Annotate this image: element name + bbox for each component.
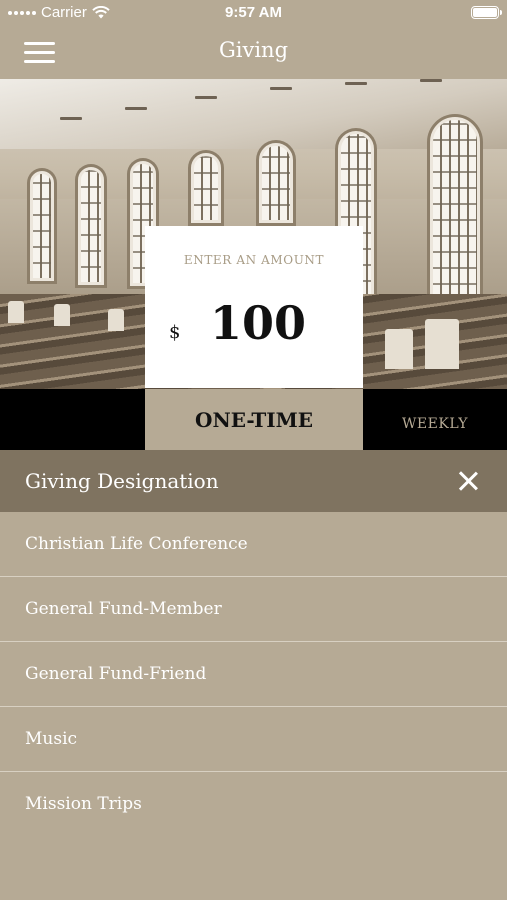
designation-header: Giving Designation bbox=[0, 450, 507, 512]
designation-item-general-fund-friend[interactable]: General Fund-Friend bbox=[0, 642, 507, 707]
amount-card[interactable]: ENTER AN AMOUNT $ 100 bbox=[145, 226, 363, 388]
tab-one-time[interactable]: ONE-TIME bbox=[145, 389, 363, 450]
designation-item-music[interactable]: Music bbox=[0, 707, 507, 772]
page-title: Giving bbox=[218, 38, 289, 62]
tab-blank[interactable] bbox=[0, 389, 145, 450]
designation-item-christian-life-conference[interactable]: Christian Life Conference bbox=[0, 512, 507, 577]
designation-item-general-fund-member[interactable]: General Fund-Member bbox=[0, 577, 507, 642]
close-icon[interactable] bbox=[457, 470, 479, 492]
window bbox=[78, 167, 104, 285]
designation-item-mission-trips[interactable]: Mission Trips bbox=[0, 772, 507, 837]
window bbox=[30, 171, 54, 281]
window bbox=[430, 117, 480, 302]
status-time: 9:57 AM bbox=[225, 4, 282, 21]
designation-list: Christian Life Conference General Fund-M… bbox=[0, 512, 507, 837]
amount-input[interactable]: 100 bbox=[193, 296, 323, 350]
status-bar: Carrier 9:57 AM bbox=[0, 0, 507, 26]
currency-symbol: $ bbox=[169, 322, 181, 343]
battery-level bbox=[473, 8, 497, 17]
amount-label: ENTER AN AMOUNT bbox=[183, 253, 325, 267]
window bbox=[191, 153, 221, 223]
tab-weekly[interactable]: WEEKLY bbox=[363, 389, 507, 450]
frequency-tabs: ONE-TIME WEEKLY bbox=[0, 389, 507, 450]
battery-icon bbox=[471, 6, 502, 19]
designation-title: Giving Designation bbox=[25, 469, 219, 493]
nav-bar: Giving bbox=[0, 26, 507, 78]
window bbox=[259, 143, 293, 223]
